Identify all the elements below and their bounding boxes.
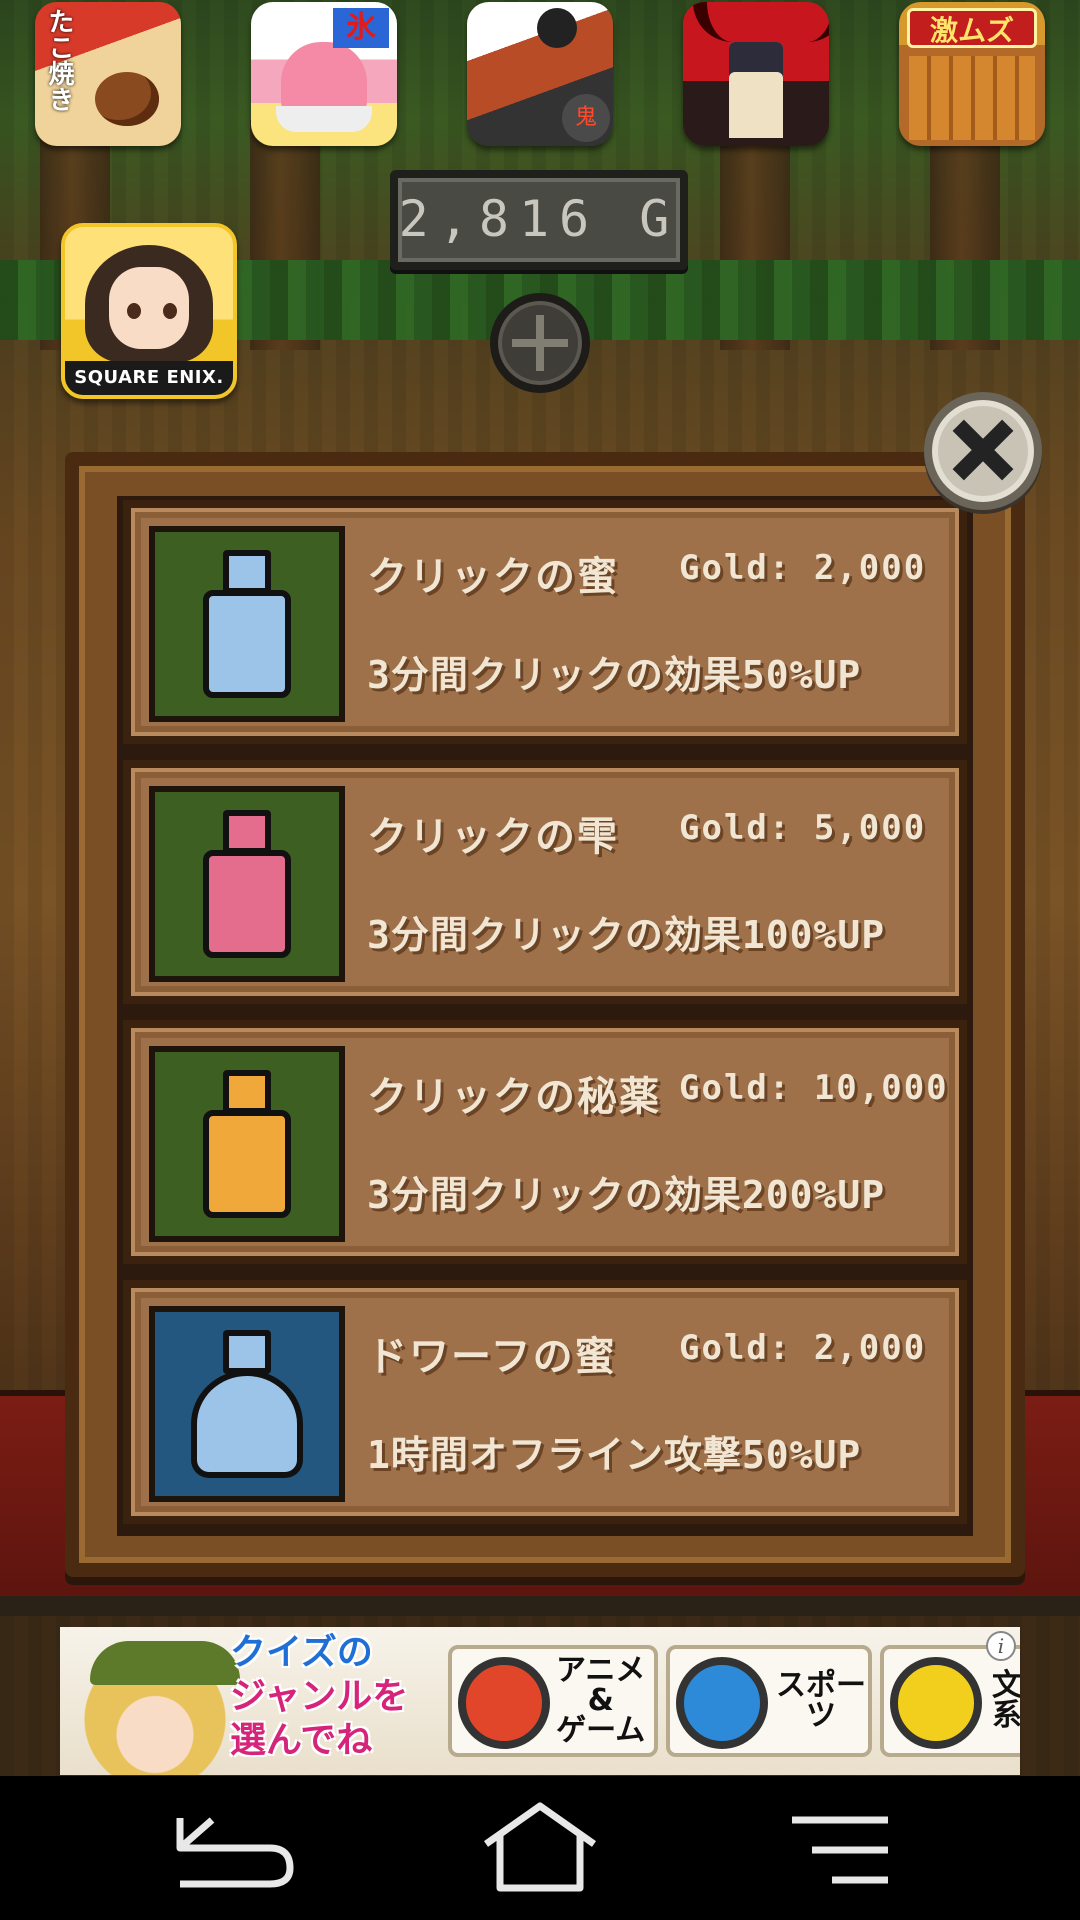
shop-item[interactable]: クリックの秘薬 Gold: 10,000 3分間クリックの効果200%UP bbox=[123, 1020, 967, 1264]
cup-icon bbox=[276, 106, 372, 132]
item-price: Gold: 5,000 bbox=[679, 808, 927, 848]
potion-icon bbox=[203, 550, 291, 700]
app-icon-label: たこ焼き bbox=[44, 8, 74, 112]
maze-app-title: 激ムズ bbox=[907, 8, 1037, 48]
game-screen: たこ焼き 氷 鬼 激ムズ SQUARE ENIX. 2,816 G クリックの蜜… bbox=[0, 0, 1080, 1920]
item-price: Gold: 2,000 bbox=[679, 548, 927, 588]
potion-body bbox=[203, 850, 291, 958]
maze-app-icon[interactable]: 激ムズ bbox=[899, 2, 1045, 146]
item-name: クリックの雫 bbox=[367, 814, 619, 860]
plus-icon bbox=[512, 339, 568, 347]
back-arrow-icon bbox=[176, 1817, 294, 1888]
character-eye bbox=[163, 303, 177, 319]
character-face bbox=[109, 267, 189, 349]
ad-choice-sports[interactable]: スポーツ bbox=[666, 1645, 872, 1757]
potion-neck bbox=[223, 550, 271, 594]
item-description: 3分間クリックの効果50%UP bbox=[367, 653, 862, 697]
ad-banner[interactable]: クイズの ジャンルを 選んでね アニメ & ゲーム スポーツ 文系 i bbox=[60, 1627, 1020, 1775]
takoyaki-app-icon[interactable]: たこ焼き bbox=[35, 2, 181, 146]
hero-icon bbox=[729, 42, 783, 138]
fire-orb-icon bbox=[458, 1657, 550, 1749]
potion-icon bbox=[191, 1330, 303, 1480]
item-name: クリックの蜜 bbox=[367, 554, 619, 600]
menu-button[interactable] bbox=[750, 1798, 930, 1898]
item-thumbnail bbox=[149, 786, 345, 982]
shop-item[interactable]: クリックの蜜 Gold: 2,000 3分間クリックの効果50%UP bbox=[123, 500, 967, 744]
potion-neck bbox=[223, 810, 271, 854]
item-thumbnail bbox=[149, 1306, 345, 1502]
back-button[interactable] bbox=[140, 1798, 320, 1898]
home-icon bbox=[483, 1802, 597, 1892]
oni-ball-label: 鬼 bbox=[562, 94, 610, 142]
shop-item[interactable]: クリックの雫 Gold: 5,000 3分間クリックの効果100%UP bbox=[123, 760, 967, 1004]
ad-headline-line: ジャンルを bbox=[230, 1676, 409, 1717]
ad-choice-humanities[interactable]: 文系 bbox=[880, 1645, 1020, 1757]
menu-icon bbox=[792, 1816, 888, 1884]
potion-body bbox=[203, 590, 291, 698]
water-orb-icon bbox=[676, 1657, 768, 1749]
gold-counter: 2,816 G bbox=[390, 170, 688, 270]
potion-body bbox=[191, 1370, 303, 1478]
shop-item-list[interactable]: クリックの蜜 Gold: 2,000 3分間クリックの効果50%UP クリックの… bbox=[117, 496, 973, 1536]
hat-icon bbox=[90, 1641, 240, 1685]
character-eye bbox=[127, 303, 141, 319]
potion-body bbox=[203, 1110, 291, 1218]
shaved-ice-icon bbox=[281, 42, 367, 112]
item-description: 3分間クリックの効果200%UP bbox=[367, 1173, 886, 1217]
ad-choice-label: アニメ & ゲーム bbox=[556, 1653, 646, 1748]
android-nav-bar bbox=[0, 1776, 1080, 1920]
square-enix-brand: SQUARE ENIX. bbox=[65, 361, 233, 395]
potion-neck bbox=[223, 1070, 271, 1114]
maze-icon bbox=[909, 56, 1035, 140]
ad-headline-line: 選んでね bbox=[230, 1720, 373, 1761]
item-description: 3分間クリックの効果100%UP bbox=[367, 913, 886, 957]
potion-icon bbox=[203, 1070, 291, 1220]
oni-app-icon[interactable]: 鬼 bbox=[467, 2, 613, 146]
ad-headline-line: クイズの bbox=[230, 1632, 373, 1673]
ad-info-icon[interactable]: i bbox=[986, 1631, 1016, 1661]
add-gold-button[interactable] bbox=[490, 293, 590, 393]
kakigori-app-icon[interactable]: 氷 bbox=[251, 2, 397, 146]
potion-icon bbox=[203, 810, 291, 960]
item-price: Gold: 10,000 bbox=[679, 1068, 949, 1108]
item-thumbnail bbox=[149, 526, 345, 722]
ice-flag-label: 氷 bbox=[333, 8, 389, 48]
ad-headline: クイズの ジャンルを 選んでね bbox=[230, 1631, 460, 1763]
close-button[interactable] bbox=[924, 392, 1042, 510]
square-enix-app-icon[interactable]: SQUARE ENIX. bbox=[61, 223, 237, 399]
takoyaki-icon bbox=[95, 72, 159, 126]
ad-choice-label: スポーツ bbox=[776, 1668, 866, 1733]
item-thumbnail bbox=[149, 1046, 345, 1242]
lightning-orb-icon bbox=[890, 1657, 982, 1749]
ad-choice-label: 文系 bbox=[992, 1668, 1020, 1733]
shop-panel: クリックの蜜 Gold: 2,000 3分間クリックの効果50%UP クリックの… bbox=[65, 452, 1025, 1577]
item-name: クリックの秘薬 bbox=[367, 1074, 661, 1120]
item-price: Gold: 2,000 bbox=[679, 1328, 927, 1368]
potion-neck bbox=[223, 1330, 271, 1374]
horns-icon bbox=[693, 2, 829, 42]
head-icon bbox=[537, 8, 577, 48]
shop-item[interactable]: ドワーフの蜜 Gold: 2,000 1時間オフライン攻撃50%UP bbox=[123, 1280, 967, 1524]
item-description: 1時間オフライン攻撃50%UP bbox=[367, 1433, 862, 1477]
ad-choice-anime-game[interactable]: アニメ & ゲーム bbox=[448, 1645, 658, 1757]
hero-app-icon[interactable] bbox=[683, 2, 829, 146]
item-name: ドワーフの蜜 bbox=[367, 1334, 617, 1380]
home-button[interactable] bbox=[450, 1798, 630, 1898]
ad-character-image bbox=[70, 1637, 240, 1775]
